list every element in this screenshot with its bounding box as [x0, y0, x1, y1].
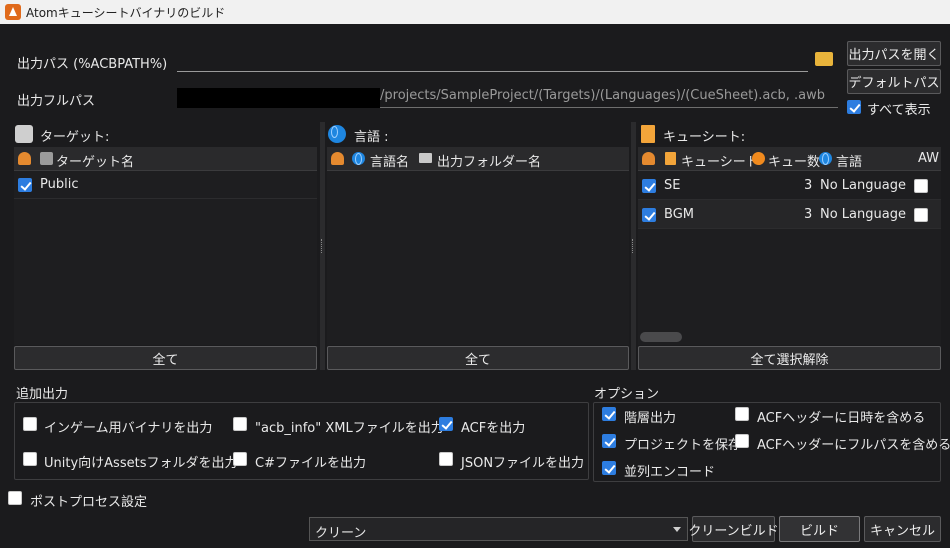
- acf-date-label: ACFヘッダーに日時を含める: [757, 411, 926, 426]
- target-name-header[interactable]: ターゲット名: [56, 151, 134, 170]
- language-header[interactable]: 言語: [836, 151, 862, 170]
- target-column-icon: [40, 152, 53, 165]
- open-output-path-button[interactable]: 出力パスを開く: [847, 41, 941, 66]
- cancel-button[interactable]: キャンセル: [864, 516, 941, 542]
- output-fullpath-value: /projects/SampleProject/(Targets)/(Langu…: [380, 88, 838, 108]
- build-button[interactable]: ビルド: [779, 516, 860, 542]
- output-fullpath-label: 出力フルパス: [17, 94, 96, 109]
- json-label: JSONファイルを出力: [461, 456, 585, 471]
- folder-icon: [419, 153, 432, 163]
- unity-assets-label: Unity向けAssetsフォルダを出力: [44, 456, 238, 471]
- languages-list[interactable]: 言語名 出力フォルダー名: [327, 147, 629, 345]
- table-row[interactable]: Public: [14, 171, 317, 199]
- post-process-label: ポストプロセス設定: [30, 495, 148, 510]
- csharp-checkbox[interactable]: [233, 452, 247, 466]
- cue-count-header[interactable]: キュー数: [768, 151, 820, 170]
- acf-fullpath-label: ACFヘッダーにフルパスを含める: [757, 438, 950, 453]
- targets-list[interactable]: ターゲット名 Public: [14, 147, 317, 345]
- default-path-button[interactable]: デフォルトパス: [847, 69, 941, 94]
- chevron-down-icon: [673, 527, 681, 532]
- deselect-all-button[interactable]: 全て選択解除: [638, 346, 941, 370]
- cue-count: 3: [804, 207, 813, 222]
- horizontal-scrollbar[interactable]: [640, 332, 682, 342]
- targets-all-button[interactable]: 全て: [14, 346, 317, 370]
- cuesheet-name: BGM: [664, 207, 694, 222]
- awb-checkbox[interactable]: [914, 208, 928, 222]
- title-bar: Atomキューシートバイナリのビルド: [0, 0, 950, 24]
- cuesheet-language: No Language: [820, 207, 906, 222]
- sort-icon[interactable]: [642, 152, 655, 165]
- ingame-binary-label: インゲーム用バイナリを出力: [44, 421, 213, 436]
- extra-output-title: 追加出力: [16, 387, 69, 402]
- cuesheet-column-icon: [665, 152, 676, 165]
- parallel-encode-checkbox[interactable]: [602, 461, 616, 475]
- table-row[interactable]: BGM 3 No Language: [638, 200, 941, 229]
- languages-all-button[interactable]: 全て: [327, 346, 629, 370]
- output-path-label: 出力パス (%ACBPATH%): [17, 57, 168, 72]
- target-public-checkbox[interactable]: [18, 178, 32, 192]
- acb-info-label: "acb_info" XMLファイルを出力: [255, 421, 444, 436]
- language-column-icon: [819, 152, 832, 165]
- acf-fullpath-checkbox[interactable]: [735, 434, 749, 448]
- cuesheet-language: No Language: [820, 178, 906, 193]
- languages-title: 言語 :: [354, 130, 389, 145]
- sort-icon[interactable]: [18, 152, 31, 165]
- output-folder-header[interactable]: 出力フォルダー名: [437, 151, 541, 170]
- options-title: オプション: [594, 387, 660, 402]
- cuesheet-name-header[interactable]: キューシート: [681, 151, 759, 170]
- splitter-2[interactable]: [631, 122, 636, 370]
- cue-count: 3: [804, 178, 813, 193]
- awb-checkbox[interactable]: [914, 179, 928, 193]
- acf-date-checkbox[interactable]: [735, 407, 749, 421]
- cuesheets-list[interactable]: キューシート キュー数 言語 AW SE 3 No Language BGM 3…: [638, 147, 941, 345]
- targets-header: ターゲット名: [14, 147, 317, 171]
- target-icon: [15, 125, 33, 143]
- globe-icon: [328, 125, 346, 143]
- acf-output-label: ACFを出力: [461, 421, 526, 436]
- post-process-checkbox[interactable]: [8, 491, 22, 505]
- save-project-checkbox[interactable]: [602, 434, 616, 448]
- splitter-1[interactable]: [320, 122, 325, 370]
- build-mode-value: クリーン: [315, 526, 367, 541]
- table-row[interactable]: SE 3 No Language: [638, 171, 941, 200]
- parallel-encode-label: 並列エンコード: [624, 465, 716, 480]
- folder-open-icon[interactable]: [815, 52, 833, 66]
- cuesheet-name: SE: [664, 178, 681, 193]
- languages-header: 言語名 出力フォルダー名: [327, 147, 629, 171]
- cuesheet-icon: [641, 125, 655, 143]
- hierarchy-label: 階層出力: [624, 411, 677, 426]
- acf-output-checkbox[interactable]: [439, 417, 453, 431]
- build-mode-select[interactable]: クリーン: [309, 517, 688, 541]
- show-all-checkbox[interactable]: [847, 100, 861, 114]
- cue-count-icon: [752, 152, 765, 165]
- clean-build-button[interactable]: クリーンビルド: [688, 516, 779, 542]
- csharp-label: C#ファイルを出力: [255, 456, 366, 471]
- targets-title: ターゲット:: [40, 130, 110, 145]
- target-name: Public: [40, 177, 79, 192]
- atom-app-icon: [5, 4, 21, 20]
- language-name-header[interactable]: 言語名: [370, 151, 409, 170]
- acb-info-checkbox[interactable]: [233, 417, 247, 431]
- ingame-binary-checkbox[interactable]: [23, 417, 37, 431]
- hierarchy-checkbox[interactable]: [602, 407, 616, 421]
- unity-assets-checkbox[interactable]: [23, 452, 37, 466]
- output-path-field[interactable]: [177, 50, 808, 72]
- window-title: Atomキューシートバイナリのビルド: [26, 6, 226, 20]
- sort-icon[interactable]: [331, 152, 344, 165]
- cuesheet-se-checkbox[interactable]: [642, 179, 656, 193]
- cuesheets-header: キューシート キュー数 言語 AW: [638, 147, 941, 171]
- fullpath-redacted: [177, 88, 380, 108]
- json-checkbox[interactable]: [439, 452, 453, 466]
- language-column-icon: [352, 152, 365, 165]
- cuesheets-title: キューシート:: [663, 130, 746, 145]
- save-project-label: プロジェクトを保存: [624, 438, 742, 453]
- show-all-label: すべて表示: [867, 103, 931, 118]
- cuesheet-bgm-checkbox[interactable]: [642, 208, 656, 222]
- awb-header[interactable]: AW: [918, 151, 939, 166]
